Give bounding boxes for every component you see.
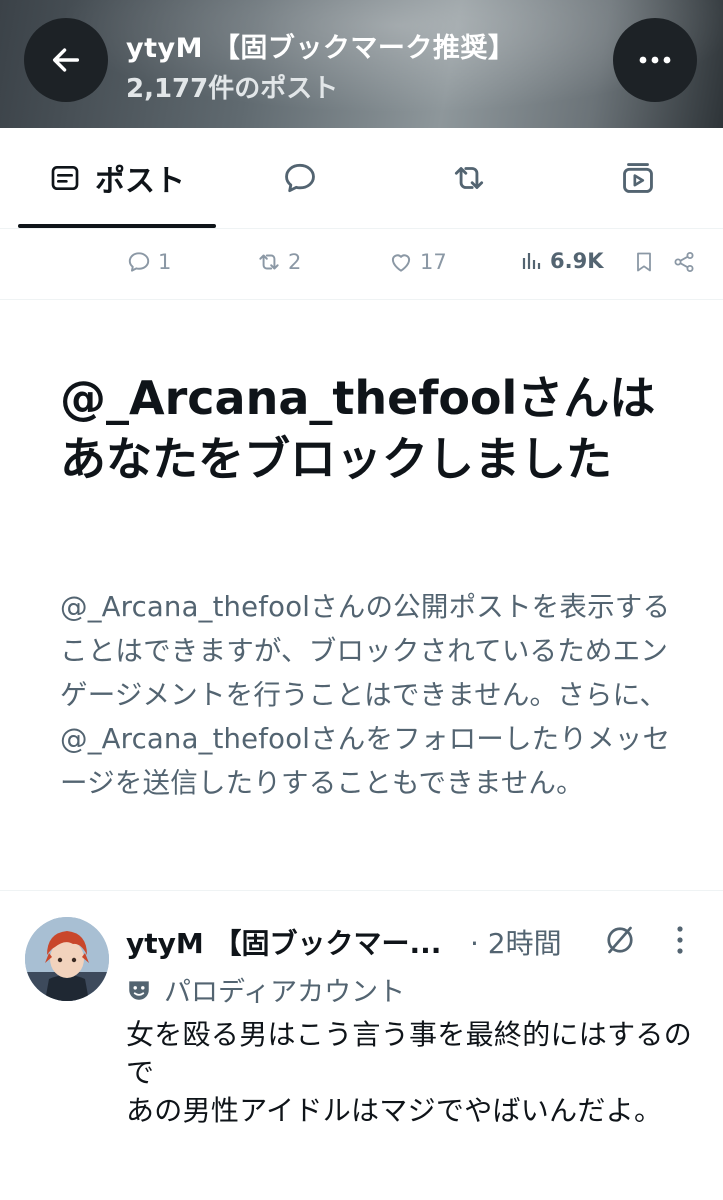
reply-bubble-icon xyxy=(285,163,315,193)
avatar[interactable] xyxy=(25,917,109,1001)
parody-label: パロディアカウント xyxy=(126,970,405,1009)
selected-tab-indicator xyxy=(18,224,216,228)
view-count-button[interactable]: 6.9K xyxy=(520,249,603,273)
analytics-icon xyxy=(522,253,541,269)
profile-name: ytyM 【固ブックマーク推奨】 xyxy=(126,33,516,64)
tweet-timestamp[interactable]: · 2時間 xyxy=(470,922,562,962)
tweet-more-button[interactable] xyxy=(668,924,692,960)
view-count: 6.9K xyxy=(550,249,604,273)
media-icon xyxy=(623,163,653,193)
tab-media[interactable] xyxy=(593,128,683,228)
reply-count: 1 xyxy=(158,250,172,274)
tab-replies[interactable] xyxy=(255,128,345,228)
heart-icon xyxy=(391,254,411,272)
more-dots-icon xyxy=(639,56,671,64)
avatar-image xyxy=(25,917,109,1001)
tweet-text: 女を殴る男はこう言う事を最終的にはするので あの男性アイドルはマジでやばいんだよ… xyxy=(126,1018,693,1127)
share-icon xyxy=(674,252,694,272)
blocked-notice-title: @_Arcana_thefoolさんはあなたをブロックしました xyxy=(60,371,656,486)
profile-header-banner: ytyM 【固ブックマーク推奨】 2,177件のポスト xyxy=(0,0,723,128)
tab-posts-label: ポスト xyxy=(95,164,185,199)
vertical-dots-icon xyxy=(677,926,683,954)
bookmark-button[interactable] xyxy=(632,249,656,275)
share-button[interactable] xyxy=(672,249,696,275)
blocked-notice-body: @_Arcana_thefoolさんの公開ポストを表示することはできますが、ブロ… xyxy=(60,591,671,799)
tab-reposts[interactable] xyxy=(424,128,514,228)
theater-mask-icon xyxy=(129,980,149,1000)
arrow-left-icon xyxy=(52,48,80,72)
parody-label-text: パロディアカウント xyxy=(164,977,406,1008)
grok-icon xyxy=(607,926,633,954)
reply-count-button[interactable]: 1 xyxy=(126,249,171,275)
tweet-author-name[interactable]: ytyM 【固ブックマー... xyxy=(126,922,441,962)
back-button[interactable] xyxy=(24,18,108,102)
profile-tabs: ポスト xyxy=(0,128,723,229)
reply-icon xyxy=(128,252,150,272)
repost-small-icon xyxy=(259,254,279,270)
post-count: 2,177件のポスト xyxy=(126,74,339,104)
tab-posts[interactable]: ポスト xyxy=(18,128,216,228)
bookmark-icon xyxy=(637,252,651,272)
repost-icon xyxy=(454,167,484,189)
divider xyxy=(0,890,723,891)
like-count-button[interactable]: 17 xyxy=(388,249,447,275)
engagement-bar: 1 2 17 6.9K xyxy=(0,229,723,300)
more-options-button[interactable] xyxy=(613,18,697,102)
grok-button[interactable] xyxy=(602,922,638,962)
post-icon xyxy=(51,166,79,190)
repost-count-button[interactable]: 2 xyxy=(256,249,301,275)
repost-count: 2 xyxy=(288,250,302,274)
like-count: 17 xyxy=(420,250,447,274)
